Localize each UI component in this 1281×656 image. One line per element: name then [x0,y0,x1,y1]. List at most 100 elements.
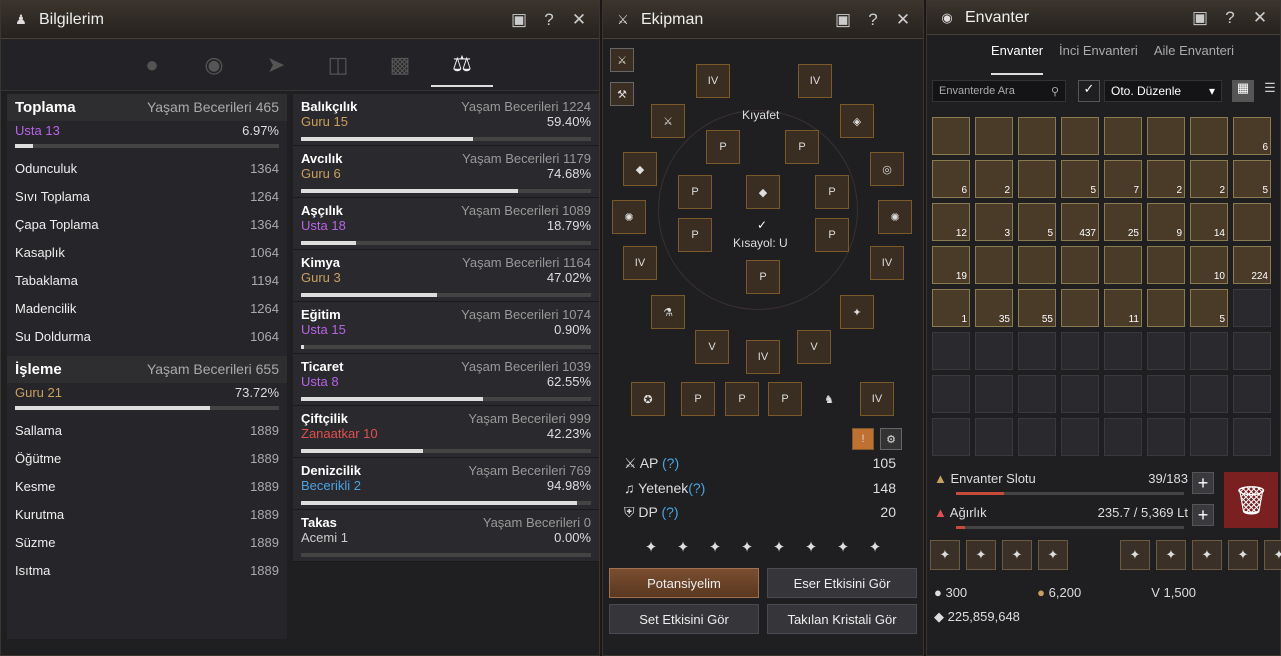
inventory-slot[interactable]: 19 [932,246,970,284]
inventory-slot[interactable]: 6 [932,160,970,198]
inventory-slot[interactable] [1147,418,1185,456]
auto-sort-dropdown[interactable]: Oto. Düzenle ▾ [1104,80,1222,102]
life-skill-card[interactable]: Avcılık Yaşam Becerileri 1179 Guru 6 74.68… [293,146,599,198]
inventory-slot[interactable] [1104,375,1142,413]
medal-slot-icon[interactable]: ✪ [631,382,665,416]
help-icon[interactable]: ? [1220,8,1240,28]
crystal-slot-icon[interactable]: ◆ [746,175,780,209]
inventory-slot[interactable] [1104,418,1142,456]
cooking-icon[interactable]: ✦ [1002,540,1032,570]
pants-slot-icon[interactable]: P [746,260,780,294]
add-weight-button[interactable]: + [1192,504,1214,526]
mount-slot-icon[interactable]: ♞ [812,382,846,416]
belt-slot-icon[interactable]: IV [623,246,657,280]
inventory-slot[interactable] [975,375,1013,413]
tab-gift-icon[interactable]: ◫ [307,43,369,87]
life-skill-card[interactable]: Balıkçılık Yaşam Becerileri 1224 Guru 15 5… [293,94,599,146]
inventory-slot[interactable]: 2 [1147,160,1185,198]
mask-buff-icon[interactable]: ✦ [672,536,694,558]
tab-stats-icon[interactable]: ▩ [369,43,431,87]
wolf-buff-icon[interactable]: ✦ [800,536,822,558]
inventory-slot[interactable] [1018,418,1056,456]
list-view-icon[interactable]: ☰ [1260,80,1280,102]
paw-buff-icon[interactable]: ✦ [736,536,758,558]
inventory-slot[interactable] [1190,332,1228,370]
inventory-slot[interactable]: 3 [975,203,1013,241]
repair-icon[interactable]: ✦ [1264,540,1281,570]
rod-slot-icon[interactable]: ⚗ [651,295,685,329]
costume-helmet-slot-icon[interactable]: IV [798,64,832,98]
tab-inventory[interactable]: Envanter [991,43,1044,75]
inventory-slot[interactable]: 224 [1233,246,1271,284]
gun-slot-icon[interactable]: P [678,218,712,252]
inventory-slot[interactable] [1104,246,1142,284]
trash-button[interactable]: 🗑 [1224,472,1278,528]
inventory-slot[interactable] [975,117,1013,155]
add-slot-button[interactable]: + [1192,472,1214,494]
tab-pearl-inventory[interactable]: İnci Envanteri [1059,43,1138,75]
horse-buff-icon[interactable]: ✦ [640,536,662,558]
charm-slot-icon[interactable]: IV [746,340,780,374]
inventory-slot[interactable] [975,418,1013,456]
inventory-slot[interactable]: 25 [1104,203,1142,241]
inventory-slot[interactable] [1018,160,1056,198]
help-icon[interactable]: ? [539,10,559,30]
hammer-icon[interactable]: ✦ [1156,540,1186,570]
inventory-slot[interactable] [975,332,1013,370]
weapon-toggle-icon[interactable]: ⚔ [610,48,634,72]
life-skill-card[interactable]: Ticaret Yaşam Becerileri 1039 Usta 8 62.55… [293,354,599,406]
inventory-slot[interactable] [1061,117,1099,155]
inventory-search-input[interactable]: Envanterde Ara ⚲ [932,80,1066,102]
necklace-slot-icon[interactable]: ✺ [878,200,912,234]
bookmark-icon[interactable]: ▣ [833,10,853,30]
life-skill-card[interactable]: Takas Yaşam Becerileri 0 Acemi 1 0.00% [293,510,599,562]
potential-button[interactable]: Potansiyelim [609,568,759,598]
lantern-slot-icon[interactable]: P [681,382,715,416]
tab-profile-icon[interactable]: ● [121,43,183,87]
inventory-slot[interactable]: 2 [1190,160,1228,198]
inventory-slot[interactable] [1061,375,1099,413]
inventory-slot[interactable]: 437 [1061,203,1099,241]
inventory-slot[interactable]: 5 [1061,160,1099,198]
tool-toggle-icon[interactable]: ⚒ [610,82,634,106]
inventory-slot[interactable] [1190,117,1228,155]
talent-help[interactable]: (?) [688,480,705,496]
inventory-slot[interactable] [1233,375,1271,413]
inventory-slot[interactable] [1018,117,1056,155]
close-icon[interactable]: ✕ [569,10,589,30]
tab-family-inventory[interactable]: Aile Envanteri [1154,43,1234,75]
stone-slot-icon[interactable]: IV [860,382,894,416]
close-icon[interactable]: ✕ [1250,8,1270,28]
helmet-slot-icon[interactable]: IV [696,64,730,98]
life-skill-card[interactable]: Kimya Yaşam Becerileri 1164 Guru 3 47.02% [293,250,599,302]
inventory-slot[interactable]: 7 [1104,160,1142,198]
inventory-slot[interactable] [975,246,1013,284]
inventory-slot[interactable]: 5 [1018,203,1056,241]
triskelion-icon[interactable]: ✦ [1192,540,1222,570]
inventory-slot[interactable]: 6 [1233,117,1271,155]
inventory-slot[interactable] [1147,117,1185,155]
weapon-slot-icon[interactable]: ⚔ [651,104,685,138]
inventory-slot[interactable]: 12 [932,203,970,241]
bookmark-icon[interactable]: ▣ [509,10,529,30]
alchemy-stone-icon[interactable]: ! [852,428,874,450]
help-icon[interactable]: ? [863,10,883,30]
inventory-slot[interactable]: 10 [1190,246,1228,284]
inventory-slot[interactable] [1018,332,1056,370]
inventory-slot[interactable] [1147,289,1185,327]
inventory-slot[interactable]: 35 [975,289,1013,327]
tab-life-skills-icon[interactable]: ⚖ [431,43,493,87]
bookmark-icon[interactable]: ▣ [1190,8,1210,28]
belt-slot-icon[interactable]: IV [870,246,904,280]
inventory-slot[interactable] [1061,289,1099,327]
inventory-slot[interactable] [932,117,970,155]
ghost-buff-icon[interactable]: ✦ [832,536,854,558]
badge-slot-icon[interactable]: P [768,382,802,416]
life-skill-card[interactable]: Eğitim Yaşam Becerileri 1074 Usta 15 0.90% [293,302,599,354]
glasses-slot-icon[interactable]: P [725,382,759,416]
close-icon[interactable]: ✕ [893,10,913,30]
inventory-slot[interactable] [1190,418,1228,456]
artifact-effect-button[interactable]: Eser Etkisini Gör [767,568,917,598]
boots-slot-icon[interactable]: P [678,175,712,209]
inventory-slot[interactable] [1233,289,1271,327]
